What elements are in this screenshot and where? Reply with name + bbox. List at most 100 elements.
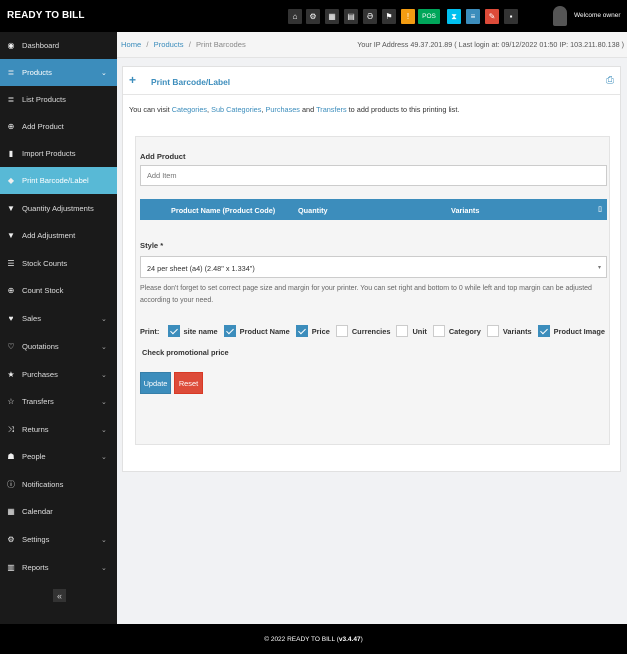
edit-icon[interactable]: ✎ xyxy=(485,9,499,24)
purchases-link[interactable]: Purchases xyxy=(265,105,299,114)
col-variants: Variants xyxy=(451,206,480,215)
footer-suffix: ) xyxy=(360,635,363,643)
list-icon: ≣ xyxy=(7,68,15,77)
sidebar-item-quantity-adjustments[interactable]: ▼ Quantity Adjustments xyxy=(0,195,117,222)
breadcrumb-home[interactable]: Home xyxy=(121,40,141,49)
style-select-value: 24 per sheet (a4) (2.48" x 1.334") xyxy=(147,264,255,273)
alert-icon[interactable]: ! xyxy=(401,9,415,24)
home-icon[interactable]: ⌂ xyxy=(288,9,302,24)
flag-icon[interactable]: ⚑ xyxy=(382,9,396,24)
sidebar-item-label: Calendar xyxy=(22,507,53,516)
intro-comma: , xyxy=(261,105,264,114)
categories-link[interactable]: Categories xyxy=(172,105,207,114)
calendar-icon[interactable]: ▤ xyxy=(344,9,358,24)
transfers-link[interactable]: Transfers xyxy=(316,105,347,114)
reset-button[interactable]: Reset xyxy=(174,372,203,394)
checkbox-product-name[interactable] xyxy=(223,325,236,337)
sidebar-item-settings[interactable]: ⚙ Settings ⌄ xyxy=(0,526,117,553)
sidebar-item-stock-counts[interactable]: ☰ Stock Counts xyxy=(0,250,117,277)
sidebar-item-label: Add Product xyxy=(22,122,64,131)
print-icon[interactable]: ⎙ xyxy=(606,75,614,86)
users-icon: ☗ xyxy=(7,452,15,461)
plus-circle-icon: ⊕ xyxy=(7,122,15,131)
chevron-down-icon: ⌄ xyxy=(101,564,107,572)
sidebar-item-label: Stock Counts xyxy=(22,259,68,268)
style-note: Please don't forget to set correct page … xyxy=(140,285,592,304)
sidebar-item-label: Purchases xyxy=(22,370,58,379)
plus-icon: + xyxy=(129,73,137,87)
sidebar-item-list-products[interactable]: ≣ List Products xyxy=(0,86,117,113)
sidebar-item-label: People xyxy=(22,452,46,461)
sidebar-item-transfers[interactable]: ☆ Transfers ⌄ xyxy=(0,388,117,415)
intro-comma: , xyxy=(207,105,210,114)
subcategories-link[interactable]: Sub Categories xyxy=(211,105,261,114)
sidebar-item-dashboard[interactable]: ◉ Dashboard xyxy=(0,32,117,59)
breadcrumb-bar: Home / Products / Print Barcodes Your IP… xyxy=(117,32,627,58)
add-product-label: Add Product xyxy=(140,152,186,161)
chevron-down-icon: ⌄ xyxy=(101,343,107,351)
checkbox-currencies[interactable] xyxy=(335,325,348,337)
sidebar-item-label: Transfers xyxy=(22,397,54,406)
top-navbar: READY TO BILL ⌂ ⚙ ▦ ▤ Ә ⚑ ! POS ⧗ ≡ ✎ ▪ … xyxy=(0,0,627,32)
bar-chart-icon: ▥ xyxy=(7,563,15,572)
sidebar-item-people[interactable]: ☗ People ⌄ xyxy=(0,443,117,470)
pos-button-label: POS xyxy=(422,13,436,20)
sidebar-item-add-product[interactable]: ⊕ Add Product xyxy=(0,113,117,140)
hourglass-icon[interactable]: ⧗ xyxy=(447,9,461,24)
checkbox-price[interactable] xyxy=(295,325,308,337)
sidebar-item-quotations[interactable]: ♡ Quotations ⌄ xyxy=(0,333,117,360)
user-avatar[interactable] xyxy=(553,6,567,26)
list-icon[interactable]: ▪ xyxy=(504,9,518,24)
breadcrumb-products[interactable]: Products xyxy=(154,40,184,49)
tag-icon: ◆ xyxy=(7,176,15,185)
panel-header: + Print Barcode/Label ⎙ xyxy=(123,67,620,95)
breadcrumb-separator: / xyxy=(188,40,191,49)
star-icon: ★ xyxy=(7,370,15,379)
app-logo[interactable]: READY TO BILL xyxy=(7,10,85,21)
sidebar-collapse-button[interactable]: « xyxy=(53,589,66,602)
checkbox-site-name[interactable] xyxy=(167,325,180,337)
sidebar-item-reports[interactable]: ▥ Reports ⌄ xyxy=(0,554,117,581)
settings-icon[interactable]: ⚙ xyxy=(306,9,320,24)
checkbox-label: site name xyxy=(183,326,218,336)
sidebar-item-returns[interactable]: ⤨ Returns ⌄ xyxy=(0,416,117,443)
sidebar-item-print-barcode-label[interactable]: ◆ Print Barcode/Label xyxy=(0,167,117,194)
ip-info: Your IP Address 49.37.201.89 ( Last logi… xyxy=(357,40,624,49)
sidebar-item-notifications[interactable]: ⓘ Notifications xyxy=(0,471,117,498)
add-item-input[interactable] xyxy=(140,165,607,186)
sidebar-item-label: Dashboard xyxy=(22,41,60,50)
sidebar-item-calendar[interactable]: ▦ Calendar xyxy=(0,498,117,525)
style-select[interactable]: 24 per sheet (a4) (2.48" x 1.334") ▾ xyxy=(140,256,607,278)
calculator-icon[interactable]: ▦ xyxy=(325,9,339,24)
sidebar-item-products[interactable]: ≣ Products ⌄ xyxy=(0,59,117,86)
print-options: Print: site name Product Name Price Currenc… xyxy=(140,325,610,337)
sidebar-item-count-stock[interactable]: ⊕ Count Stock xyxy=(0,277,117,304)
col-quantity: Quantity xyxy=(298,206,328,215)
sidebar-item-add-adjustment[interactable]: ▼ Add Adjustment xyxy=(0,222,117,249)
update-button[interactable]: Update xyxy=(140,372,171,394)
sidebar-item-purchases[interactable]: ★ Purchases ⌄ xyxy=(0,361,117,388)
language-icon[interactable]: Ә xyxy=(363,9,377,24)
sidebar-item-sales[interactable]: ♥ Sales ⌄ xyxy=(0,305,117,332)
sidebar-item-label: List Products xyxy=(22,95,66,104)
checkbox-category[interactable] xyxy=(432,325,445,337)
star-outline-icon: ☆ xyxy=(7,397,15,406)
welcome-text[interactable]: Welcome owner xyxy=(574,12,620,19)
random-icon: ⤨ xyxy=(7,424,15,434)
menu-icon[interactable]: ≡ xyxy=(466,9,480,24)
list-icon: ≣ xyxy=(7,95,15,104)
checkbox-unit[interactable] xyxy=(396,325,409,337)
footer: © 2022 READY TO BILL (v3.4.47) xyxy=(0,624,627,654)
checkbox-label: Unit xyxy=(412,326,427,336)
checkbox-variants[interactable] xyxy=(486,325,499,337)
intro-prefix: You can visit xyxy=(129,105,170,114)
checkbox-label: Price xyxy=(311,326,330,336)
chevron-down-icon: ⌄ xyxy=(101,371,107,379)
chevron-down-icon: ▾ xyxy=(597,265,601,271)
sidebar-item-import-products[interactable]: ▮ Import Products xyxy=(0,140,117,167)
checkbox-product-image[interactable] xyxy=(537,325,550,337)
breadcrumb: Home / Products / Print Barcodes xyxy=(121,40,246,49)
pos-button[interactable]: POS xyxy=(418,9,440,24)
file-icon: ▮ xyxy=(8,149,14,158)
heart-outline-icon: ♡ xyxy=(7,342,15,351)
